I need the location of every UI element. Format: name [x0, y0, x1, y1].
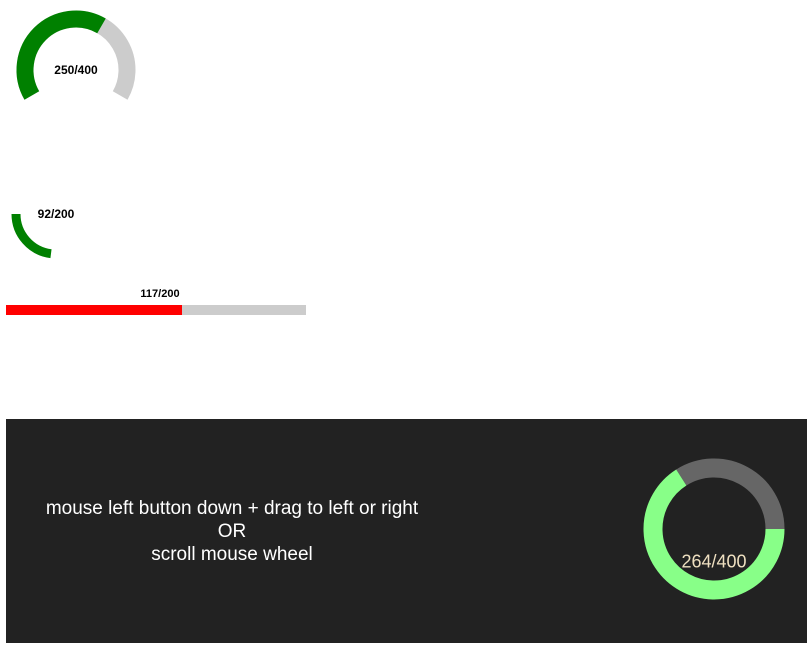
instruction-drag: mouse left button down + drag to left or… — [45, 498, 419, 519]
page: 250/400 92/200 117/200 mouse left button… — [0, 0, 807, 648]
interactive-gauge-panel[interactable]: mouse left button down + drag to left or… — [6, 419, 807, 643]
ring-gauge-264-of-400[interactable]: 264/400 — [632, 453, 792, 613]
gauge-fill — [6, 305, 182, 315]
gauge-value-label: 117/200 — [140, 288, 180, 300]
semicircle-gauge-svg — [11, 213, 52, 259]
ring-gauge-svg — [643, 458, 785, 600]
gauge-fill — [16, 10, 106, 100]
gauge-track — [6, 305, 306, 315]
linear-gauge-117-of-200: 117/200 — [6, 286, 306, 318]
arc-gauge-250-of-400: 250/400 — [0, 0, 150, 130]
instruction-scroll: scroll mouse wheel — [151, 544, 313, 565]
gauge-value-label: 250/400 — [54, 63, 98, 77]
instructions-text: mouse left button down + drag to left or… — [6, 497, 458, 566]
gauge-track — [676, 458, 785, 530]
gauge-value-label: 92/200 — [37, 207, 75, 221]
gauge-value-label: 264/400 — [681, 551, 747, 572]
instruction-or: OR — [217, 521, 247, 542]
semicircle-gauge-92-of-200: 92/200 — [0, 190, 120, 270]
